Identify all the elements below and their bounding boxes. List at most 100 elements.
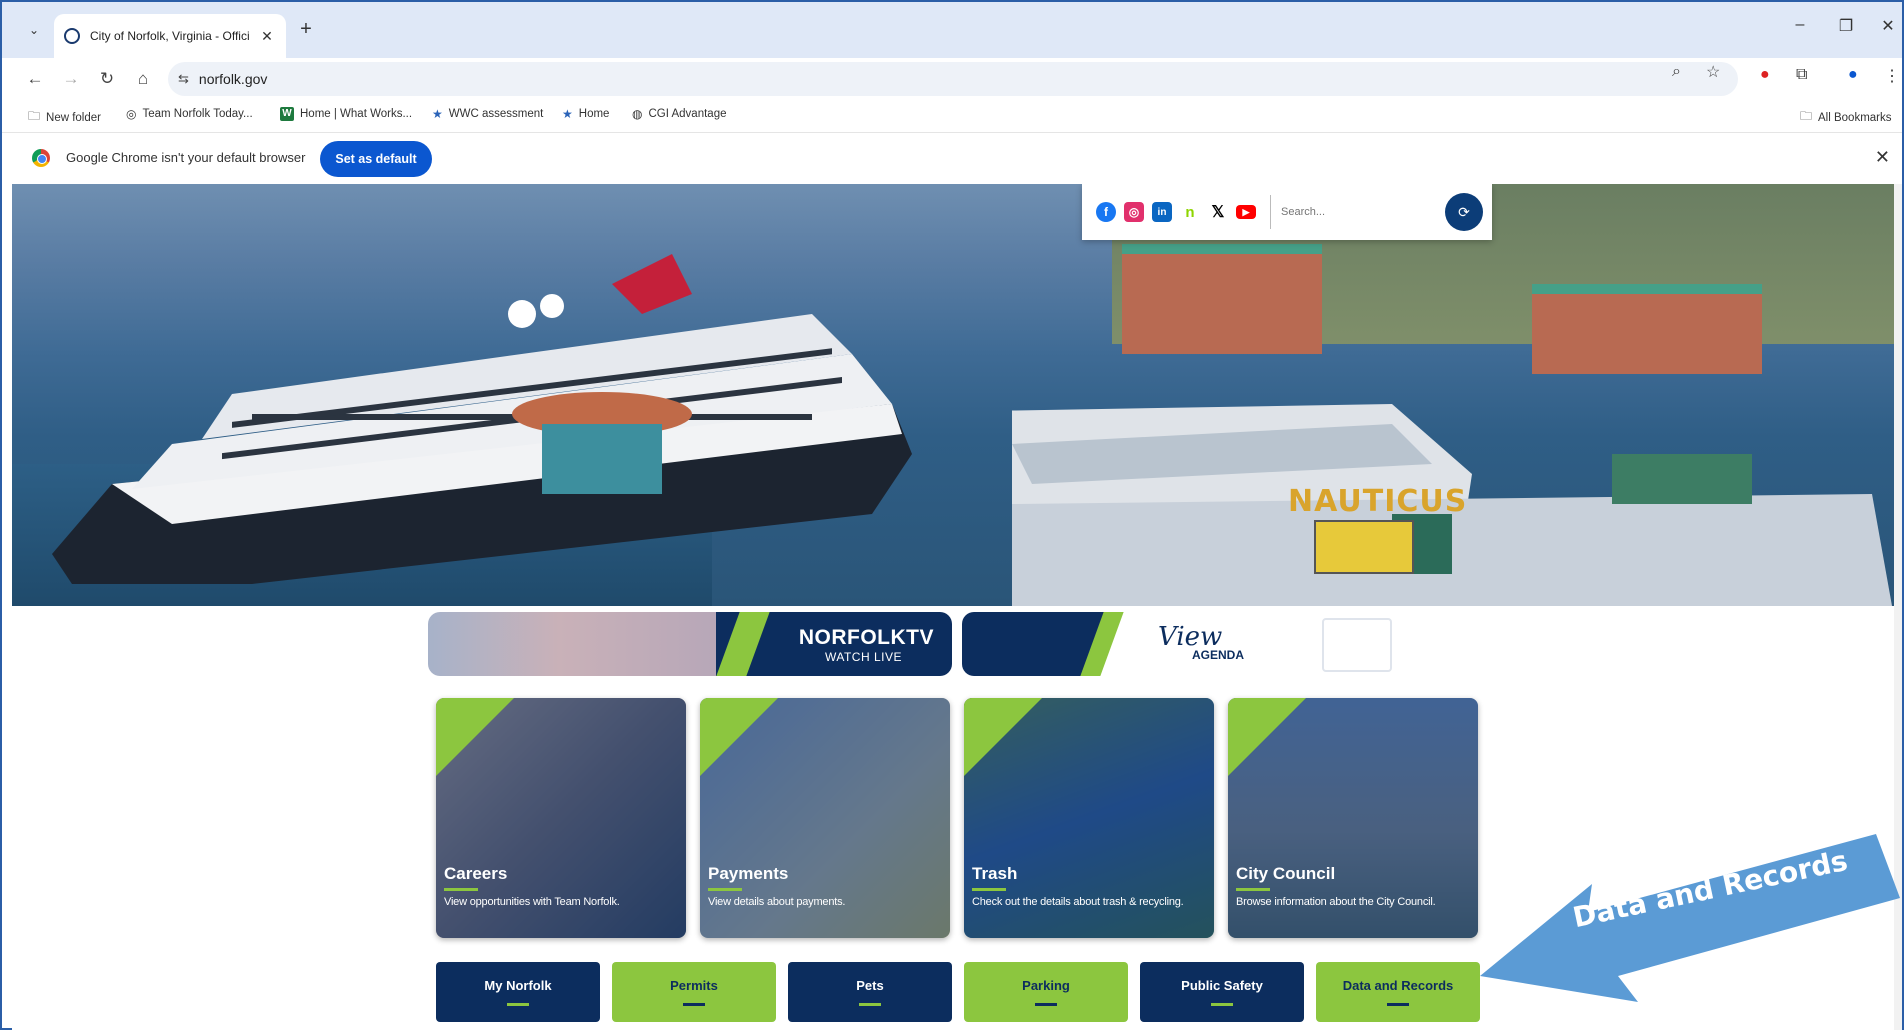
button-label: Parking xyxy=(1022,978,1070,993)
card-corner-accent xyxy=(1228,698,1306,776)
data-and-records-button[interactable]: Data and Records xyxy=(1316,962,1480,1022)
button-underline xyxy=(1035,1003,1057,1006)
bookmark-label: Team Norfolk Today... xyxy=(142,108,253,120)
search-input[interactable] xyxy=(1281,197,1441,227)
tab-strip: ⌄ City of Norfolk, Virginia - Offici ✕ +… xyxy=(2,2,1902,58)
all-bookmarks-label: All Bookmarks xyxy=(1818,111,1892,124)
folder-icon: 🗀 xyxy=(1800,109,1813,123)
w-icon: W xyxy=(280,107,294,121)
forward-button[interactable]: → xyxy=(60,68,82,90)
tab-search-icon[interactable]: ⌄ xyxy=(22,18,46,42)
button-label: Public Safety xyxy=(1181,978,1263,993)
button-underline xyxy=(683,1003,705,1006)
my-norfolk-button[interactable]: My Norfolk xyxy=(436,962,600,1022)
tab-close-icon[interactable]: ✕ xyxy=(258,28,276,45)
cruise-ship-illustration xyxy=(52,254,912,584)
bookmark-item[interactable]: ◎ Team Norfolk Today... xyxy=(126,107,253,121)
set-as-default-button[interactable]: Set as default xyxy=(320,141,432,177)
bookmark-label: Home xyxy=(578,108,610,120)
bookmark-label: Home | What Works... xyxy=(300,108,413,120)
url-text: norfolk.gov xyxy=(198,71,268,87)
instagram-icon[interactable]: ◎ xyxy=(1124,202,1144,222)
star-icon: ★ xyxy=(562,107,573,121)
browser-tab[interactable]: City of Norfolk, Virginia - Offici ✕ xyxy=(54,14,286,58)
zoom-icon[interactable]: ⌕ xyxy=(1672,63,1681,81)
agenda-label: AGENDA xyxy=(1192,648,1245,662)
card-careers[interactable]: Careers View opportunities with Team Nor… xyxy=(436,698,686,938)
norfolk-tv-banner[interactable]: NORFOLKTV WATCH LIVE xyxy=(428,612,952,676)
card-payments[interactable]: Payments View details about payments. xyxy=(700,698,950,938)
card-city-council[interactable]: City Council Browse information about th… xyxy=(1228,698,1478,938)
view-agenda-banner[interactable]: View AGENDA xyxy=(962,612,1422,676)
bookmark-item[interactable]: ◍ CGI Advantage xyxy=(632,107,726,121)
minimize-button[interactable]: – xyxy=(1788,16,1812,34)
permits-button[interactable]: Permits xyxy=(612,962,776,1022)
card-trash[interactable]: Trash Check out the details about trash … xyxy=(964,698,1214,938)
bookmark-item[interactable]: 🗀 New folder xyxy=(28,107,101,128)
reload-button[interactable]: ↻ xyxy=(96,68,118,90)
extensions-puzzle-icon[interactable]: ⧉ xyxy=(1796,66,1807,84)
card-title: Payments xyxy=(708,864,789,883)
card-description: View opportunities with Team Norfolk. xyxy=(444,896,620,908)
bookmark-item[interactable]: ★ Home xyxy=(562,107,609,121)
bookmark-label: WWC assessment xyxy=(448,108,544,120)
bookmark-item[interactable]: ★ WWC assessment xyxy=(432,107,543,121)
button-label: Pets xyxy=(856,978,884,993)
bookmarks-bar: 🗀 New folder ◎ Team Norfolk Today... W H… xyxy=(2,100,1902,130)
youtube-icon[interactable]: ▶ xyxy=(1236,205,1256,219)
card-corner-accent xyxy=(436,698,514,776)
bookmark-label: New folder xyxy=(46,111,101,124)
card-underline xyxy=(972,888,1006,891)
bookmark-star-icon[interactable]: ☆ xyxy=(1706,62,1720,82)
profile-avatar-icon[interactable]: ● xyxy=(1848,66,1858,84)
nauticus-sign: NAUTICUS xyxy=(1288,484,1468,519)
tab-title: City of Norfolk, Virginia - Offici xyxy=(90,29,250,43)
search-button[interactable]: ⟳ xyxy=(1445,193,1483,231)
globe-icon: ◍ xyxy=(632,107,643,121)
extension-icon[interactable]: ● xyxy=(1760,66,1770,84)
linkedin-icon[interactable]: in xyxy=(1152,202,1172,222)
hero-image: NAUTICUS f ◎ in n 𝕏 ▶ ⟳ xyxy=(12,184,1900,606)
all-bookmarks[interactable]: 🗀 All Bookmarks xyxy=(1800,107,1892,128)
nextdoor-icon[interactable]: n xyxy=(1180,202,1200,222)
site-info-icon[interactable]: ⇆ xyxy=(178,71,189,87)
infobar-close-icon[interactable]: ✕ xyxy=(1875,147,1890,168)
card-description: View details about payments. xyxy=(708,896,846,908)
divider xyxy=(1270,195,1271,229)
folder-icon: 🗀 xyxy=(28,109,41,123)
public-safety-button[interactable]: Public Safety xyxy=(1140,962,1304,1022)
menu-kebab-icon[interactable]: ⋮ xyxy=(1884,66,1900,86)
button-underline xyxy=(859,1003,881,1006)
nauticus-museum-illustration xyxy=(1012,404,1892,606)
back-button[interactable]: ← xyxy=(24,68,46,90)
card-title: Trash xyxy=(972,864,1018,883)
facebook-icon[interactable]: f xyxy=(1096,202,1116,222)
card-underline xyxy=(1236,888,1270,891)
button-label: Data and Records xyxy=(1342,978,1454,993)
clipboard-icon xyxy=(1322,618,1392,672)
address-bar[interactable]: ⇆ norfolk.gov xyxy=(168,62,1738,96)
bookmark-label: CGI Advantage xyxy=(648,108,727,120)
banner-accent xyxy=(716,612,770,676)
norfolk-seal-icon: ◎ xyxy=(126,107,137,121)
norfolk-favicon-icon xyxy=(64,28,80,44)
watch-live-label: WATCH LIVE xyxy=(824,650,902,664)
parking-button[interactable]: Parking xyxy=(964,962,1128,1022)
home-button[interactable]: ⌂ xyxy=(132,68,154,90)
card-title: City Council xyxy=(1236,864,1336,883)
new-tab-button[interactable]: + xyxy=(294,18,318,42)
restore-button[interactable]: ❐ xyxy=(1834,16,1858,36)
social-search-bar: f ◎ in n 𝕏 ▶ ⟳ xyxy=(1082,184,1492,240)
button-underline xyxy=(1211,1003,1233,1006)
default-browser-infobar: Google Chrome isn't your default browser… xyxy=(2,132,1902,184)
browser-toolbar: ← → ↻ ⌂ ⇆ norfolk.gov ⌕ ☆ xyxy=(2,58,1902,100)
card-corner-accent xyxy=(700,698,778,776)
infobar-message: Google Chrome isn't your default browser xyxy=(66,150,306,165)
bookmark-item[interactable]: W Home | What Works... xyxy=(280,107,412,121)
card-description: Check out the details about trash & recy… xyxy=(972,896,1184,908)
browser-window: ⌄ City of Norfolk, Virginia - Offici ✕ +… xyxy=(0,0,1904,1030)
close-window-button[interactable]: ✕ xyxy=(1876,16,1900,36)
x-icon[interactable]: 𝕏 xyxy=(1208,202,1228,222)
pets-button[interactable]: Pets xyxy=(788,962,952,1022)
button-label: My Norfolk xyxy=(484,978,552,993)
